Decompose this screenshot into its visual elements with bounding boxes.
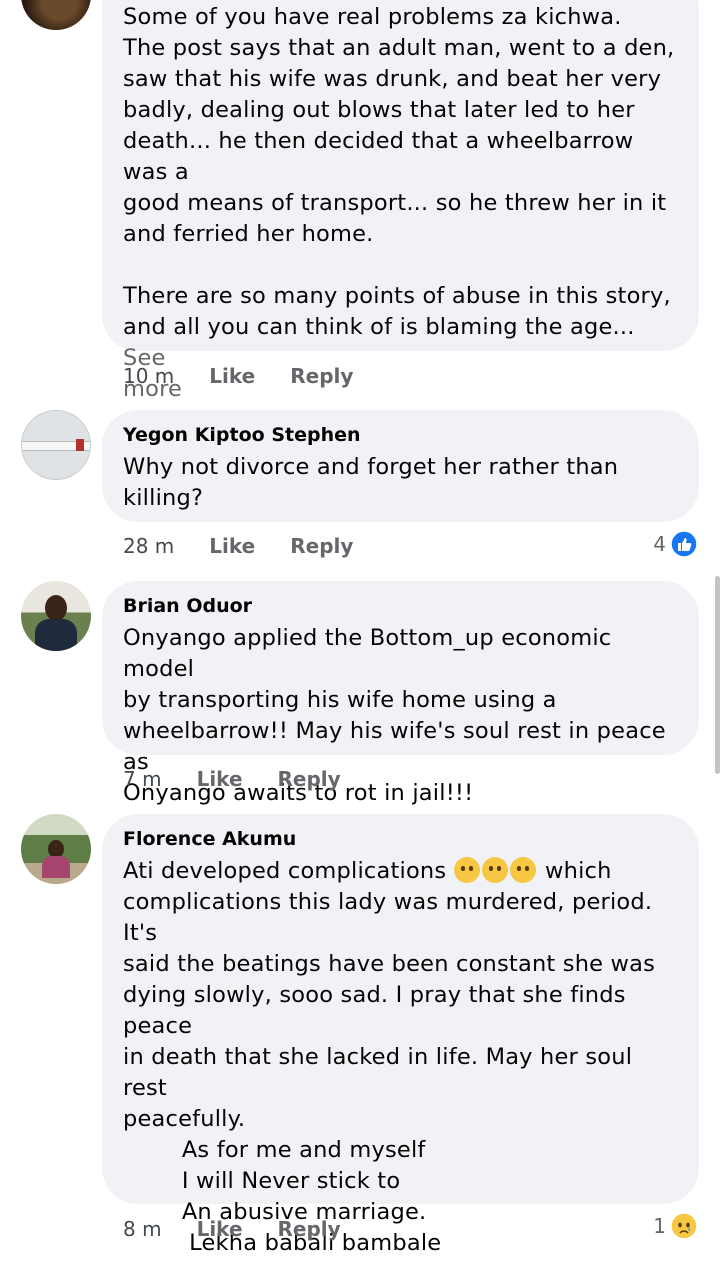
comment-actions: 8 m Like Reply bbox=[123, 1214, 341, 1244]
like-button[interactable]: Like bbox=[209, 534, 255, 558]
thinking-face-emoji bbox=[481, 857, 508, 883]
comment-time[interactable]: 28 m bbox=[123, 534, 174, 558]
reaction-summary[interactable]: 1 bbox=[653, 1212, 698, 1240]
comment-bubble[interactable]: Yegon Kiptoo Stephen Why not divorce and… bbox=[102, 410, 699, 522]
thinking-face-emoji bbox=[453, 857, 480, 883]
comment-bubble[interactable]: Some of you have real problems za kichwa… bbox=[102, 0, 699, 402]
reply-button[interactable]: Reply bbox=[278, 1217, 341, 1241]
thinking-face-emoji bbox=[509, 857, 536, 883]
reply-button[interactable]: Reply bbox=[278, 767, 341, 791]
reaction-summary[interactable]: 4 bbox=[653, 530, 698, 558]
comment-actions: 10 m Like Reply bbox=[123, 361, 353, 391]
comment-time[interactable]: 8 m bbox=[123, 1217, 162, 1241]
comment-text: Some of you have real problems za kichwa… bbox=[123, 4, 675, 402]
scrollbar[interactable] bbox=[715, 576, 720, 774]
like-reaction-icon bbox=[670, 530, 698, 558]
comment-time[interactable]: 7 m bbox=[123, 767, 162, 791]
reply-button[interactable]: Reply bbox=[290, 534, 353, 558]
like-button[interactable]: Like bbox=[209, 364, 255, 388]
reaction-count: 4 bbox=[653, 532, 666, 556]
comment-text: Ati developed complications which compli… bbox=[123, 857, 660, 1256]
comment-author[interactable]: Brian Oduor bbox=[123, 593, 679, 619]
avatar[interactable] bbox=[21, 0, 91, 30]
avatar[interactable] bbox=[21, 814, 91, 884]
avatar[interactable] bbox=[21, 581, 91, 651]
comment-bubble[interactable]: Florence Akumu Ati developed complicatio… bbox=[102, 814, 699, 1256]
reply-button[interactable]: Reply bbox=[290, 364, 353, 388]
comment-author[interactable]: Florence Akumu bbox=[123, 826, 679, 852]
comment-bubble[interactable]: Brian Oduor Onyango applied the Bottom_u… bbox=[102, 581, 699, 806]
comment-author[interactable]: Yegon Kiptoo Stephen bbox=[123, 422, 679, 448]
comment-text: Why not divorce and forget her rather th… bbox=[123, 454, 619, 511]
like-button[interactable]: Like bbox=[197, 1217, 243, 1241]
comment-actions: 28 m Like Reply bbox=[123, 531, 353, 561]
sad-reaction-icon bbox=[670, 1212, 698, 1240]
like-button[interactable]: Like bbox=[197, 767, 243, 791]
reaction-count: 1 bbox=[653, 1214, 666, 1238]
comment-time[interactable]: 10 m bbox=[123, 364, 174, 388]
comment-actions: 7 m Like Reply bbox=[123, 764, 341, 794]
avatar[interactable] bbox=[21, 410, 91, 480]
